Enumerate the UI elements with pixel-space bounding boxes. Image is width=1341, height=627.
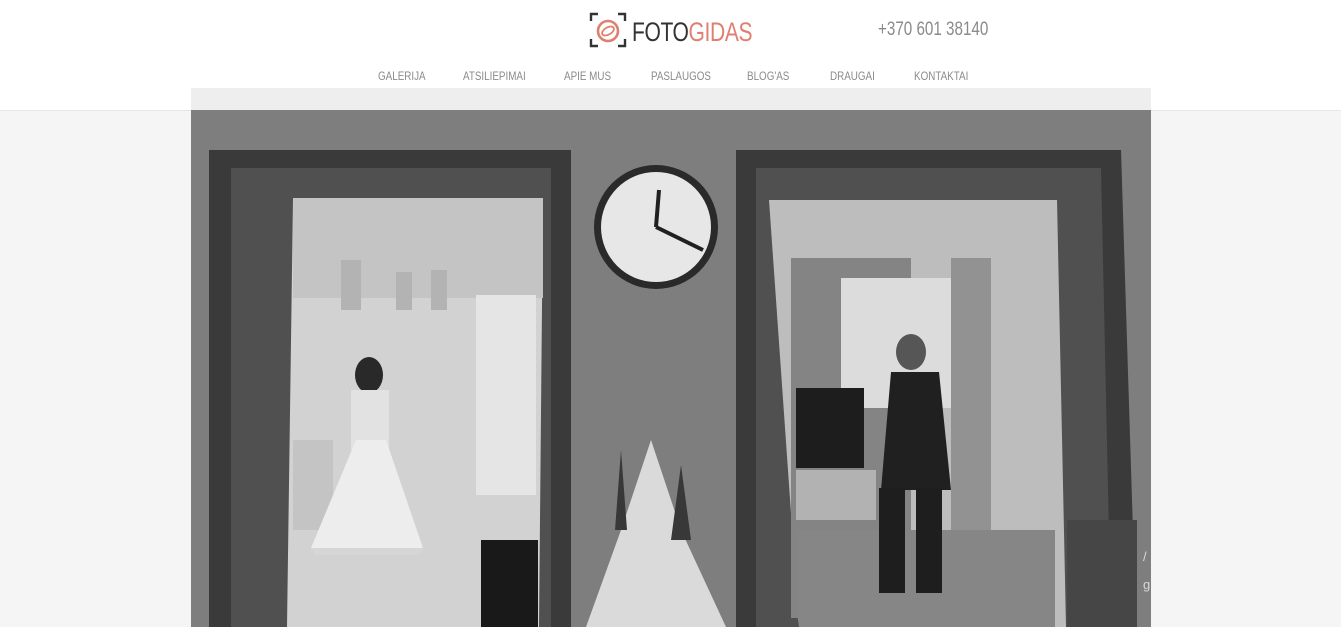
- nav-item-apie-mus[interactable]: APIE MUS: [564, 69, 611, 83]
- main-nav: GALERIJA ATSILIEPIMAI APIE MUS PASLAUGOS…: [0, 69, 1341, 89]
- nav-item-paslaugos[interactable]: PASLAUGOS: [651, 69, 711, 83]
- side-decoration: /: [1143, 549, 1147, 564]
- phone-number[interactable]: +370 601 38140: [878, 19, 988, 41]
- site-logo[interactable]: FOTOGIDAS: [589, 11, 786, 54]
- camera-viewfinder-icon: [589, 11, 627, 54]
- nav-item-blogas[interactable]: BLOG'AS: [747, 69, 789, 83]
- logo-wordmark: FOTOGIDAS: [632, 16, 753, 47]
- hero-photo[interactable]: [191, 110, 1151, 627]
- nav-item-kontaktai[interactable]: KONTAKTAI: [914, 69, 968, 83]
- nav-item-atsiliepimai[interactable]: ATSILIEPIMAI: [463, 69, 526, 83]
- nav-item-galerija[interactable]: GALERIJA: [378, 69, 426, 83]
- slider-top-strip: [191, 88, 1151, 110]
- nav-item-draugai[interactable]: DRAUGAI: [830, 69, 875, 83]
- side-decoration: g: [1143, 577, 1151, 592]
